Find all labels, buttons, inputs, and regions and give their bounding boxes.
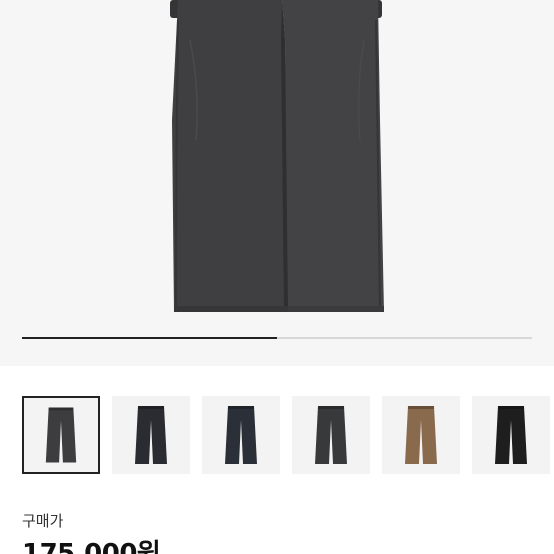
color-thumbnail-charcoal[interactable]	[22, 396, 100, 474]
gallery-progress-fill	[22, 337, 277, 339]
price-label: 구매가	[22, 512, 64, 530]
pants-thumbnail-icon	[45, 407, 77, 463]
color-thumbnail-black[interactable]	[472, 396, 550, 474]
pants-thumbnail-icon	[135, 406, 167, 464]
pants-thumbnail-icon	[225, 406, 257, 464]
pants-thumbnail-icon	[405, 406, 437, 464]
color-thumbnail-dark-grey[interactable]	[292, 396, 370, 474]
product-detail-page: 구매가 175,000원	[0, 0, 554, 554]
gallery-progress-track	[22, 337, 532, 339]
product-hero-image[interactable]	[0, 0, 554, 366]
price-value: 175,000원	[22, 539, 161, 554]
color-thumbnail-dark-navy[interactable]	[202, 396, 280, 474]
color-thumbnail-list	[22, 396, 554, 476]
color-thumbnail-brown[interactable]	[382, 396, 460, 474]
color-thumbnail-black-navy[interactable]	[112, 396, 190, 474]
pants-thumbnail-icon	[495, 406, 527, 464]
pants-image	[170, 0, 384, 313]
pants-thumbnail-icon	[315, 406, 347, 464]
